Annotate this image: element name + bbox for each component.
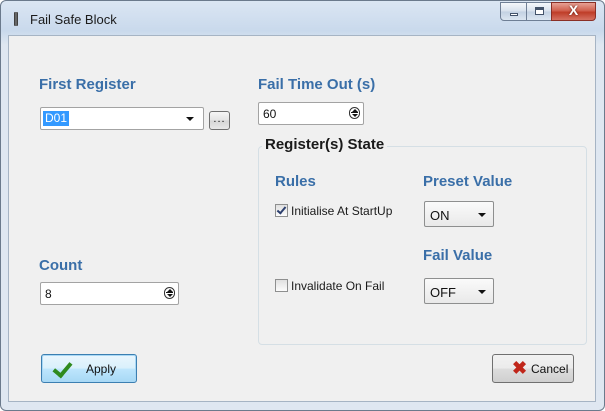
browse-register-button[interactable]: ...	[209, 111, 230, 130]
spinner-icon[interactable]	[164, 287, 175, 299]
dialog-body: First Register D01 ... Fail Time Out (s)…	[8, 35, 596, 402]
maximize-icon	[535, 7, 544, 15]
cancel-label: Cancel	[531, 362, 569, 376]
minimize-icon	[510, 13, 518, 16]
chevron-down-icon	[478, 213, 486, 217]
fail-value-selected: OFF	[430, 285, 456, 300]
dialog-window: Fail Safe Block X First Register D01 ...…	[0, 0, 605, 411]
chevron-down-icon	[478, 290, 486, 294]
fail-value-label: Fail Value	[423, 247, 493, 264]
preset-value-label: Preset Value	[423, 173, 513, 190]
spinner-icon[interactable]	[349, 107, 360, 119]
invalidate-on-fail-label: Invalidate On Fail	[291, 279, 385, 293]
maximize-button[interactable]	[526, 2, 552, 21]
cancel-button[interactable]: ✖ Cancel	[492, 354, 574, 383]
fail-timeout-value: 60	[263, 107, 277, 121]
apply-button[interactable]: Apply	[41, 354, 137, 383]
fail-value-select[interactable]: OFF	[424, 278, 494, 304]
close-icon: X	[568, 2, 579, 18]
x-icon: ✖	[512, 358, 528, 378]
preset-value-selected: ON	[430, 208, 450, 223]
preset-value-select[interactable]: ON	[424, 201, 494, 227]
checkmark-icon	[52, 357, 73, 379]
rules-label: Rules	[275, 173, 316, 190]
app-icon	[14, 12, 18, 26]
count-input[interactable]: 8	[40, 282, 179, 305]
close-button[interactable]: X	[551, 2, 596, 21]
chevron-down-icon	[186, 117, 194, 121]
register-state-title: Register(s) State	[262, 136, 388, 153]
initialise-at-startup-label: Initialise At StartUp	[291, 204, 393, 218]
invalidate-on-fail-checkbox[interactable]	[275, 279, 288, 292]
first-register-value: D01	[43, 111, 70, 126]
fail-timeout-label: Fail Time Out (s)	[258, 76, 376, 93]
fail-timeout-input[interactable]: 60	[258, 102, 364, 125]
title-bar[interactable]: Fail Safe Block X	[1, 1, 604, 35]
count-value: 8	[45, 287, 52, 301]
apply-label: Apply	[86, 362, 117, 376]
minimize-button[interactable]	[500, 2, 527, 21]
window-title: Fail Safe Block	[30, 12, 117, 27]
first-register-label: First Register	[39, 76, 136, 93]
first-register-combo[interactable]: D01	[40, 107, 204, 130]
count-label: Count	[39, 257, 83, 274]
initialise-at-startup-checkbox[interactable]	[275, 204, 288, 217]
